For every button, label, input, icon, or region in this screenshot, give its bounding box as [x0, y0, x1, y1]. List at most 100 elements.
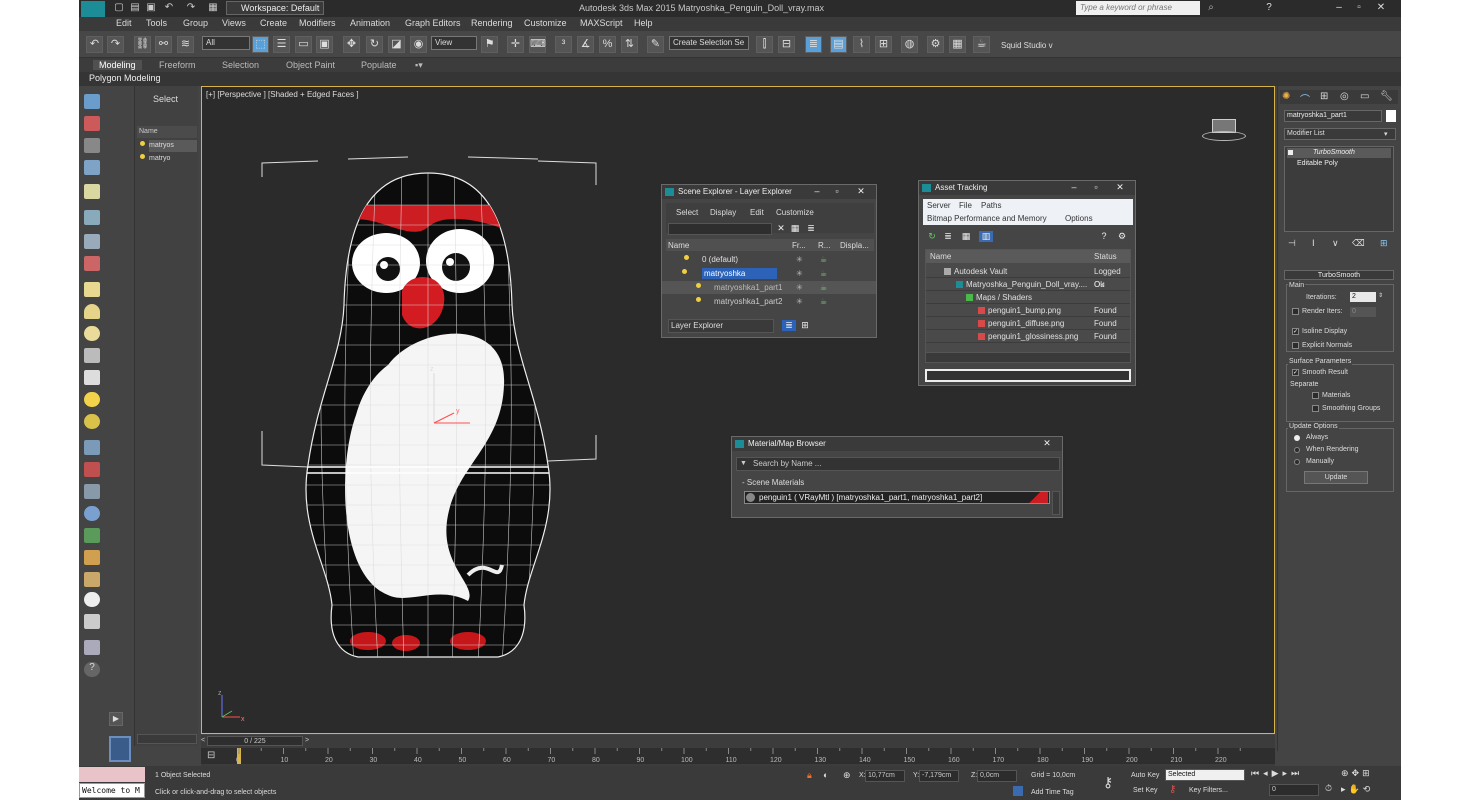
menu-options[interactable]: Options [1065, 214, 1093, 223]
z-coord-input[interactable]: 0,0cm [977, 770, 1017, 782]
ribbon-options-icon[interactable]: ▪▾ [415, 60, 423, 71]
transform-gizmo[interactable]: z y [426, 361, 476, 431]
material-editor-icon[interactable]: ◍ [901, 36, 918, 53]
minimize-icon[interactable]: – [1332, 1, 1346, 14]
material-search-input[interactable]: Search by Name ... [736, 457, 1060, 471]
column-name[interactable]: Name [930, 252, 951, 261]
search-input[interactable]: Type a keyword or phrase [1076, 1, 1200, 15]
table-row[interactable]: matryoshka1_part1 [662, 281, 876, 294]
bind-spacewarp-icon[interactable]: ≋ [177, 36, 194, 53]
stack-item-turbosmooth[interactable]: TurboSmooth [1287, 148, 1391, 158]
rotate-icon[interactable]: ↻ [366, 36, 383, 53]
time-config-icon[interactable]: ⏱ [1325, 783, 1332, 794]
object-name-input[interactable]: matryoshka1_part1 [1284, 110, 1382, 122]
move-icon[interactable]: ✥ [343, 36, 360, 53]
menu-graph-editors[interactable]: Graph Editors [405, 18, 461, 28]
x-coord-input[interactable]: 10,77cm [865, 770, 905, 782]
maximize-icon[interactable]: ▫ [830, 186, 844, 197]
hair-icon[interactable] [84, 550, 100, 565]
bulb-toggle-icon[interactable] [1288, 150, 1293, 155]
table-row[interactable]: penguin1_diffuse.png Found [926, 317, 1130, 330]
new-file-icon[interactable]: ▢ [113, 2, 125, 14]
modify-tab-icon[interactable]: ⌒ [1300, 91, 1310, 106]
pin-stack-icon[interactable]: ⊣ [1288, 238, 1296, 249]
prev-frame-icon[interactable]: < [201, 737, 205, 744]
layer-view-icon[interactable]: ≣ [782, 320, 796, 331]
lightbulb-icon[interactable] [696, 283, 701, 288]
stack-item-editable-poly[interactable]: Editable Poly [1287, 159, 1391, 169]
key-icon[interactable]: ⚷ [1103, 774, 1113, 791]
freeze-icon[interactable]: ✳ [796, 269, 803, 278]
grid-view-icon[interactable]: ▥ [979, 231, 993, 242]
menu-rendering[interactable]: Rendering [471, 18, 513, 28]
manipulate-icon[interactable]: ✛ [507, 36, 524, 53]
help-icon[interactable]: ? [1097, 231, 1111, 242]
settings-icon[interactable]: ⚙ [1115, 231, 1129, 242]
track-bar[interactable]: 0 10 20 30 40 50 60 70 80 90 100 110 120 130 140 150 160… [201, 748, 1275, 764]
dropdown-arrow-icon[interactable]: ▼ [740, 460, 747, 467]
explorer-search-input[interactable] [668, 223, 772, 235]
menu-help[interactable]: Help [634, 18, 653, 28]
spinner-snap-icon[interactable]: ⇅ [621, 36, 638, 53]
workspace-dropdown[interactable]: Workspace: Default [226, 1, 324, 15]
menu-display[interactable]: Display [710, 208, 736, 217]
table-icon[interactable] [84, 138, 100, 153]
ies-light-icon[interactable] [84, 348, 100, 363]
table-view-icon[interactable]: ▦ [959, 231, 973, 242]
dome-light-icon[interactable] [84, 304, 100, 319]
close-icon[interactable]: ✕ [854, 186, 868, 197]
search-icon[interactable]: ⌕ [1205, 2, 1217, 14]
column-name[interactable]: Name [668, 241, 689, 250]
table-row[interactable]: matryoshka1_part2 [662, 295, 876, 308]
grass-icon[interactable] [84, 528, 100, 543]
horizontal-scrollbar[interactable] [926, 352, 1130, 362]
lock-selection-icon[interactable]: 🔒︎ [807, 770, 812, 781]
freeze-icon[interactable]: ✳ [796, 255, 803, 264]
freeze-icon[interactable]: ✳ [796, 283, 803, 292]
ref-coord-dropdown[interactable]: View [431, 36, 477, 50]
render-setup-icon[interactable]: ⚙ [927, 36, 944, 53]
camera-icon[interactable] [84, 210, 100, 225]
spot-light-icon[interactable] [84, 370, 100, 385]
track-view-icon[interactable]: ⊟ [207, 750, 215, 761]
utilities-tab-icon[interactable]: 🔧︎ [1380, 91, 1393, 102]
pivot-icon[interactable]: ⚑ [481, 36, 498, 53]
unlink-icon[interactable]: ⚯ [155, 36, 172, 53]
configure-sets-icon[interactable]: ⊞ [1380, 238, 1388, 249]
select-object-icon[interactable]: ⬚ [252, 36, 269, 53]
toggle-ribbon-icon[interactable]: ▤ [830, 36, 847, 53]
table-row[interactable]: 0 (default) [662, 253, 876, 266]
cube-icon[interactable] [84, 640, 100, 655]
display-tab-icon[interactable]: ▭ [1360, 91, 1369, 102]
absolute-mode-icon[interactable]: ⊕ [843, 770, 851, 781]
render-iters-input[interactable]: 0 [1350, 307, 1376, 317]
refresh-icon[interactable]: ↻ [925, 231, 939, 242]
render-iters-checkbox[interactable] [1292, 308, 1299, 315]
always-radio[interactable] [1294, 435, 1300, 441]
scrollbar[interactable] [1052, 491, 1060, 515]
orbit-controls[interactable]: ▸✋⟲ [1341, 784, 1373, 795]
viewport-nav-controls[interactable]: ⊕✥⊞ [1341, 768, 1373, 779]
modifier-list-dropdown[interactable]: Modifier List [1284, 128, 1396, 140]
add-time-tag[interactable]: Add Time Tag [1031, 789, 1074, 796]
filter-icon[interactable]: ▦ [788, 223, 802, 234]
window-crossing-icon[interactable]: ▣ [316, 36, 333, 53]
menu-bitmap-performance[interactable]: Bitmap Performance and Memory [927, 214, 1047, 223]
grid-icon[interactable] [84, 160, 100, 175]
snap-toggle-icon[interactable]: ³ [555, 36, 572, 53]
maximize-icon[interactable]: ▫ [1089, 182, 1103, 193]
menu-server[interactable]: Server [927, 201, 951, 210]
named-selection-dropdown[interactable]: Create Selection Se [669, 36, 749, 50]
update-button[interactable]: Update [1304, 471, 1368, 484]
menu-group[interactable]: Group [183, 18, 208, 28]
render-production-icon[interactable]: ☕ [973, 36, 990, 53]
redo-button[interactable]: ↷ [107, 36, 124, 53]
when-rendering-radio[interactable] [1294, 447, 1300, 453]
viewcube-icon[interactable] [1202, 115, 1246, 143]
menu-animation[interactable]: Animation [350, 18, 390, 28]
table-row[interactable]: matryoshka [662, 267, 876, 280]
vray-proxy-icon[interactable] [84, 506, 100, 521]
manually-radio[interactable] [1294, 459, 1300, 465]
menu-modifiers[interactable]: Modifiers [299, 18, 336, 28]
turbosmooth-rollout-header[interactable]: TurboSmooth [1284, 270, 1394, 280]
